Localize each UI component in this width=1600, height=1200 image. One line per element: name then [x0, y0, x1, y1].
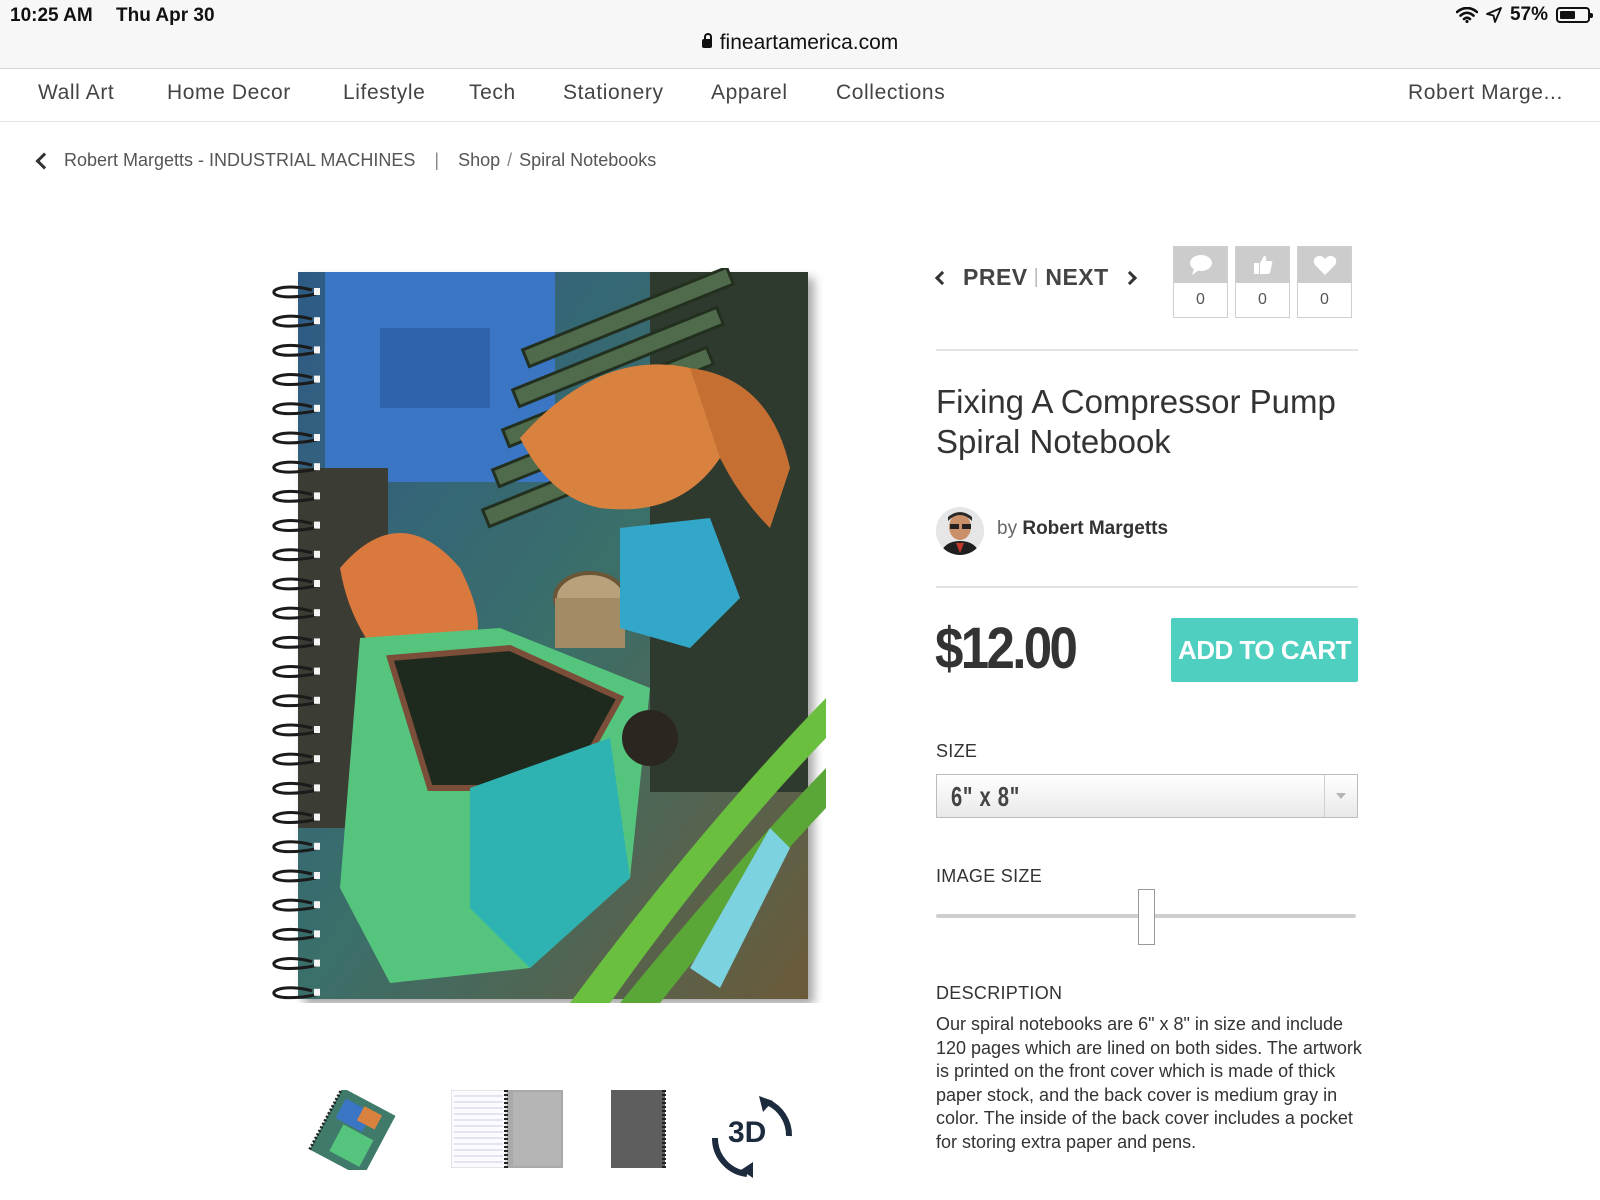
pager: PREV | NEXT: [934, 264, 1137, 291]
spiral-hole: [314, 404, 320, 412]
nav-user-menu[interactable]: Robert Marge...: [1408, 81, 1563, 105]
product-title: Fixing A Compressor Pump Spiral Notebook: [936, 382, 1366, 462]
spiral-hole: [314, 813, 320, 821]
spiral-hole: [314, 463, 320, 471]
status-date: Thu Apr 30: [116, 5, 215, 26]
spiral-hole: [314, 842, 320, 850]
spiral-hole: [314, 696, 320, 704]
nav-wall-art[interactable]: Wall Art: [38, 81, 114, 105]
spiral-hole: [314, 726, 320, 733]
breadcrumb: Robert Margetts - INDUSTRIAL MACHINES | …: [35, 150, 656, 171]
nav-tech[interactable]: Tech: [469, 81, 516, 105]
byline: by Robert Margetts: [997, 518, 1168, 540]
description-text: Our spiral notebooks are 6" x 8" in size…: [936, 1014, 1362, 1152]
comments-count: 0: [1196, 291, 1205, 308]
battery-fill: [1560, 11, 1575, 19]
pager-divider: |: [1033, 266, 1040, 288]
next-link[interactable]: NEXT: [1045, 264, 1108, 291]
chevron-right-icon[interactable]: [1122, 270, 1137, 285]
chevron-left-icon[interactable]: [934, 270, 950, 285]
comment-icon: [1189, 255, 1212, 275]
spiral-hole: [314, 667, 320, 675]
address-bar[interactable]: fineartamerica.com: [0, 31, 1600, 55]
spiral-hole: [314, 580, 320, 587]
byline-prefix: by: [997, 518, 1018, 539]
breadcrumb-back-link[interactable]: Robert Margetts - INDUSTRIAL MACHINES: [64, 150, 415, 171]
lock-icon: [701, 33, 712, 48]
spiral-hole: [314, 872, 320, 879]
spiral-hole: [314, 609, 320, 617]
comments-button[interactable]: 0: [1173, 246, 1228, 318]
wifi-icon: [1455, 7, 1478, 23]
description-label: DESCRIPTION: [936, 983, 1063, 1003]
thumbnail-3d-view[interactable]: 3D: [707, 1092, 797, 1182]
like-button[interactable]: 0: [1235, 246, 1290, 318]
main-nav: Wall Art Home Decor Lifestyle Tech Stati…: [0, 68, 1600, 122]
chevron-left-icon[interactable]: [35, 152, 53, 169]
address-url: fineartamerica.com: [719, 31, 899, 54]
spiral-hole: [314, 638, 320, 646]
spiral-hole: [314, 434, 320, 441]
battery-icon: [1556, 7, 1593, 23]
spiral-hole: [314, 288, 320, 295]
location-arrow-icon: [1486, 7, 1502, 23]
nav-stationery[interactable]: Stationery: [563, 81, 664, 105]
nav-collections[interactable]: Collections: [836, 81, 945, 105]
status-bar: 10:25 AM Thu Apr 30 fineartamerica.com 5…: [0, 0, 1600, 68]
spiral-hole: [314, 755, 320, 763]
product-title-line2: Spiral Notebook: [936, 423, 1171, 460]
spiral-hole: [314, 550, 320, 558]
favorites-count: 0: [1320, 291, 1329, 308]
add-to-cart-button[interactable]: ADD TO CART: [1171, 618, 1358, 682]
nav-home-decor[interactable]: Home Decor: [167, 81, 291, 105]
battery-percent: 57%: [1509, 4, 1548, 25]
thumbnail-front[interactable]: [302, 1090, 406, 1170]
size-label: SIZE: [936, 741, 978, 761]
divider: [936, 349, 1358, 351]
nav-apparel[interactable]: Apparel: [711, 81, 788, 105]
divider: [936, 586, 1358, 588]
breadcrumb-slash: /: [507, 150, 513, 170]
image-size-label: IMAGE SIZE: [936, 866, 1043, 886]
likes-count: 0: [1258, 291, 1267, 308]
chevron-down-icon: [1324, 775, 1357, 817]
spiral-hole: [314, 988, 320, 996]
thumbnail-open-pages[interactable]: [451, 1090, 563, 1168]
spiral-hole: [314, 346, 320, 354]
product-image[interactable]: [270, 268, 826, 1003]
status-time: 10:25 AM: [10, 5, 93, 26]
spiral-hole: [314, 784, 320, 792]
author-link[interactable]: Robert Margetts: [1022, 518, 1168, 539]
spiral-hole: [314, 375, 320, 383]
breadcrumb-category-link[interactable]: Spiral Notebooks: [519, 150, 656, 171]
breadcrumb-shop-link[interactable]: Shop: [458, 150, 500, 171]
product-price: $12.00: [935, 616, 1078, 681]
size-select-value: 6" x 8": [951, 781, 1020, 812]
product-title-line1: Fixing A Compressor Pump: [936, 383, 1336, 420]
spiral-hole: [314, 930, 320, 938]
avatar[interactable]: [936, 507, 984, 555]
thumbnail-3d-label: 3D: [728, 1116, 767, 1149]
nav-lifestyle[interactable]: Lifestyle: [343, 81, 425, 105]
thumbs-up-icon: [1253, 256, 1272, 274]
heart-icon: [1313, 255, 1336, 275]
favorite-button[interactable]: 0: [1297, 246, 1352, 318]
spiral-hole: [314, 317, 320, 325]
spiral-hole: [314, 901, 320, 909]
thumbnail-back-cover[interactable]: [609, 1090, 669, 1168]
spiral-hole: [314, 959, 320, 967]
size-select[interactable]: 6" x 8": [936, 774, 1358, 818]
breadcrumb-separator: |: [434, 150, 440, 170]
spiral-hole: [314, 492, 320, 500]
image-size-slider-handle[interactable]: [1138, 889, 1155, 945]
spiral-hole: [314, 521, 320, 529]
prev-link[interactable]: PREV: [963, 264, 1028, 291]
